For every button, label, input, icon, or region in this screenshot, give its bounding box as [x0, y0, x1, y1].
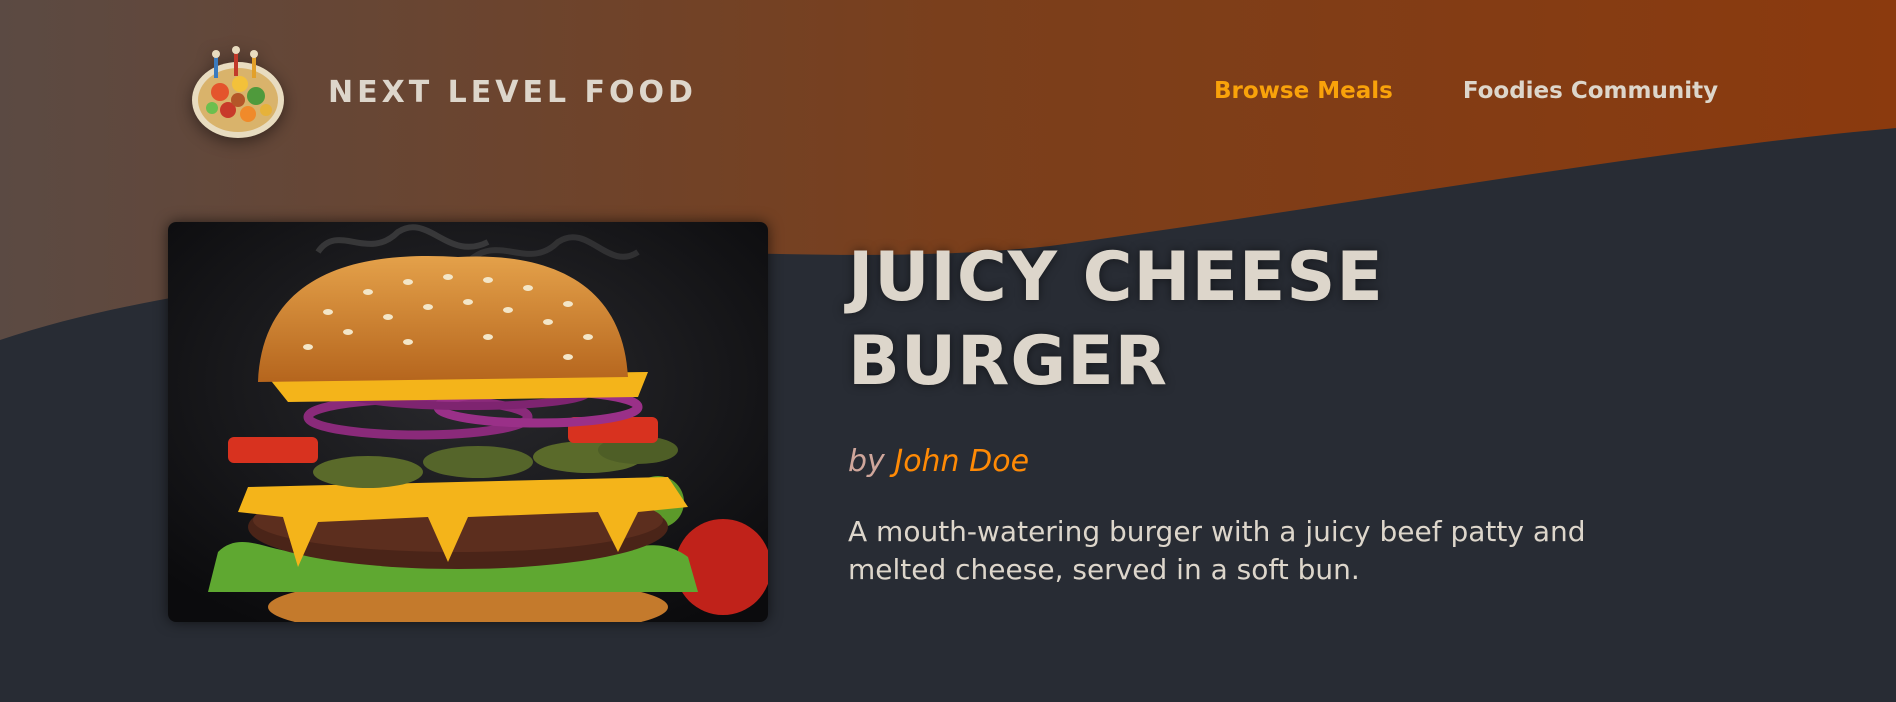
nav-browse-meals[interactable]: Browse Meals [1214, 78, 1393, 104]
creator-line: by John Doe [848, 444, 1648, 479]
creator-prefix: by [848, 444, 885, 479]
meal-summary: JUICY CHEESE BURGER by John Doe A mouth-… [848, 236, 1648, 617]
cheeseburger-image [168, 222, 768, 622]
meal-title: JUICY CHEESE BURGER [848, 238, 1384, 401]
meal-image [168, 222, 768, 622]
home-link[interactable]: NEXT LEVEL FOOD [190, 44, 697, 140]
meal-description: A mouth-watering burger with a juicy bee… [848, 515, 1586, 586]
brand-name: NEXT LEVEL FOOD [328, 74, 697, 110]
main-navigation: Browse Meals Foodies Community [1214, 78, 1718, 104]
food-platter-icon [190, 44, 286, 140]
nav-foodies-community[interactable]: Foodies Community [1463, 78, 1718, 104]
main-header: NEXT LEVEL FOOD Browse Meals Foodies Com… [0, 0, 1896, 185]
creator-email-link[interactable]: John Doe [894, 444, 1029, 479]
